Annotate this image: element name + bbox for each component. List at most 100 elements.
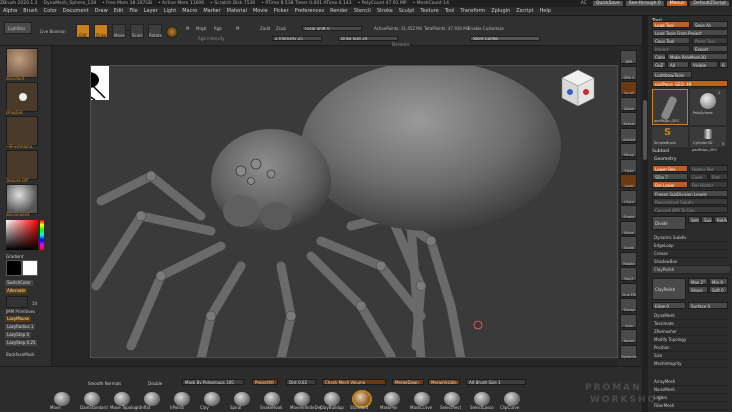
menu-file[interactable]: File (129, 8, 137, 14)
brush-snakehook-icon[interactable] (264, 392, 280, 406)
primary-color-swatch[interactable] (6, 260, 22, 276)
secondary-color-swatch[interactable] (22, 260, 38, 276)
dynamic-subdiv-item[interactable]: Dynamic Subdiv (652, 234, 730, 242)
menu-picker[interactable]: Picker (274, 8, 289, 14)
load-tool-button[interactable]: Load Tool (652, 21, 690, 28)
lazy-mouse-button[interactable]: LazyMouse (5, 316, 32, 322)
subtool-header[interactable]: Subtool (652, 149, 669, 154)
freeze-subdivision-button[interactable]: Freeze SubDivision Levels (652, 190, 728, 197)
brush-move-icon[interactable] (54, 392, 70, 406)
primitive-icon[interactable] (6, 296, 28, 308)
draw-size-slider[interactable]: Draw Size 24 (338, 36, 398, 41)
switch-color-button[interactable]: SwitchColor (5, 280, 33, 286)
menu-document[interactable]: Document (63, 8, 89, 14)
tessimate-item[interactable]: Tessimate (652, 320, 730, 328)
move-button[interactable]: Move (112, 24, 126, 38)
menu-brush[interactable]: Brush (23, 8, 37, 14)
menu-zscript[interactable]: Zscript (516, 8, 533, 14)
brush-clay-icon[interactable] (204, 392, 220, 406)
smt-button[interactable]: Smt (688, 216, 700, 223)
shadowbox-item[interactable]: ShadowBox (652, 258, 730, 266)
menu-movie[interactable]: Movie (253, 8, 268, 14)
quicksave-button[interactable]: QuickSave (592, 1, 623, 6)
position-item[interactable]: Position (652, 344, 730, 352)
edge-slider[interactable]: Edge 0 (652, 302, 686, 309)
brush-maskcurve-icon[interactable] (414, 392, 430, 406)
scrollbar-thumb[interactable] (643, 100, 647, 160)
edgeloop-item[interactable]: EdgeLoop (652, 242, 730, 250)
surface-slider[interactable]: Surface 0 (688, 302, 728, 309)
menu-marker[interactable]: Marker (203, 8, 220, 14)
min-slider[interactable]: Min 0 (709, 278, 728, 285)
rotate-button[interactable]: Rotate (148, 24, 162, 38)
menu-material[interactable]: Material (227, 8, 247, 14)
jmm-primitives-label[interactable]: JMM Primitives (6, 309, 35, 314)
mrgb-button[interactable]: Mrgb (196, 26, 206, 31)
sharp-slider[interactable]: Sharp (688, 286, 708, 293)
load-tools-from-project-button[interactable]: Load Tools From Project (652, 29, 728, 36)
r-button[interactable]: R (719, 61, 728, 68)
copy-tool-button[interactable]: Copy Tool (652, 37, 690, 44)
del-higher-button[interactable]: Del Higher (689, 181, 728, 188)
size-item[interactable]: Size (652, 352, 730, 360)
save-as-button[interactable]: Save As (692, 21, 728, 28)
max-slider[interactable]: Max 2° (688, 278, 708, 285)
projectall-button[interactable]: ProjectAll (252, 379, 278, 385)
all-button[interactable]: All (667, 61, 689, 68)
check-mesh-volume-button[interactable]: Check Mesh Volume (322, 379, 386, 385)
lazy-step-slider[interactable]: LazyStep 0 (5, 332, 32, 338)
scale-button[interactable]: Scale (130, 24, 144, 38)
make-polymesh3d-button[interactable]: Make PolyMesh3D (667, 53, 728, 60)
soft-slider[interactable]: Soft 0 (709, 286, 728, 293)
crease-item[interactable]: Crease (652, 250, 730, 258)
claypolish-button[interactable]: ClayPolish (652, 278, 686, 300)
menu-edit[interactable]: Edit (114, 8, 124, 14)
menu-light[interactable]: Light (164, 8, 176, 14)
see-through-slider[interactable]: See-through 0 (625, 1, 664, 6)
menu-stencil[interactable]: Stencil (354, 8, 371, 14)
menu-sculpt[interactable]: Sculpt (399, 8, 415, 14)
lazy-smooth-slider[interactable]: LazyStep 0.25 (5, 340, 38, 346)
dragdot-stroke-icon[interactable] (6, 82, 38, 112)
menu-draw[interactable]: Draw (95, 8, 108, 14)
menu-texture[interactable]: Texture (420, 8, 438, 14)
smooth-normals-button[interactable]: Smooth Normals (88, 381, 121, 386)
menu-tool[interactable]: Tool (445, 8, 455, 14)
store-config-button[interactable]: Store Config (470, 36, 540, 41)
tool-thumb-polysphere[interactable]: PolySphere 2 (690, 89, 726, 125)
sdiv-slider[interactable]: SDiv 7 (652, 173, 688, 180)
dynamesh-item[interactable]: DynaMesh (652, 312, 730, 320)
focal-shift-slider[interactable]: Focal Shift 0 (302, 26, 362, 31)
arraymesh-item[interactable]: ArrayMesh (652, 378, 730, 386)
menu-layer[interactable]: Layer (144, 8, 158, 14)
brush-selectrect-icon[interactable] (444, 392, 460, 406)
brush-inflat-icon[interactable] (144, 392, 160, 406)
brush-move-topologic-icon[interactable] (114, 392, 130, 406)
menu-render[interactable]: Render (330, 8, 348, 14)
enable-customize-button[interactable]: Enable Customize (468, 26, 504, 31)
brush-moveinfinitedep-icon[interactable] (294, 392, 310, 406)
zadd-button[interactable]: Zadd (260, 26, 270, 31)
current-tool-slider[interactable]: pedPalps_GEO: 49 (652, 80, 728, 87)
m-button-2[interactable]: M (236, 26, 239, 31)
alternate-button[interactable]: Alternate (5, 288, 28, 294)
gradient-label[interactable]: Gradient (6, 254, 23, 259)
edit-button[interactable]: Edit (76, 24, 90, 38)
brush-spiral-icon[interactable] (234, 392, 250, 406)
material-icon[interactable] (6, 184, 38, 214)
convert-bpr-button[interactable]: Convert BPR To Geo (652, 206, 728, 213)
menu-macro[interactable]: Macro (182, 8, 197, 14)
draw-button[interactable]: Draw (94, 24, 108, 38)
mask-by-polygroups-slider[interactable]: Mask By Polygroups 100 (182, 379, 244, 385)
standard-brush-icon[interactable] (6, 48, 38, 78)
live-boolean-button[interactable]: Live Boolean (40, 29, 66, 34)
tool-thumb-pedpalps[interactable]: pedPalps_GEO (652, 89, 688, 125)
clone-button[interactable]: Clone (652, 53, 666, 60)
import-button[interactable]: Import (652, 45, 690, 52)
lower-res-button[interactable]: Lower Res (652, 165, 688, 172)
tool-thumb-label-2[interactable]: pedPalps_GEO (692, 148, 717, 152)
menu-color[interactable]: Color (44, 8, 57, 14)
double-button[interactable]: Double (148, 381, 162, 386)
color-picker[interactable] (6, 220, 38, 250)
backface-mask-button[interactable]: BackfaceMask (6, 352, 35, 357)
